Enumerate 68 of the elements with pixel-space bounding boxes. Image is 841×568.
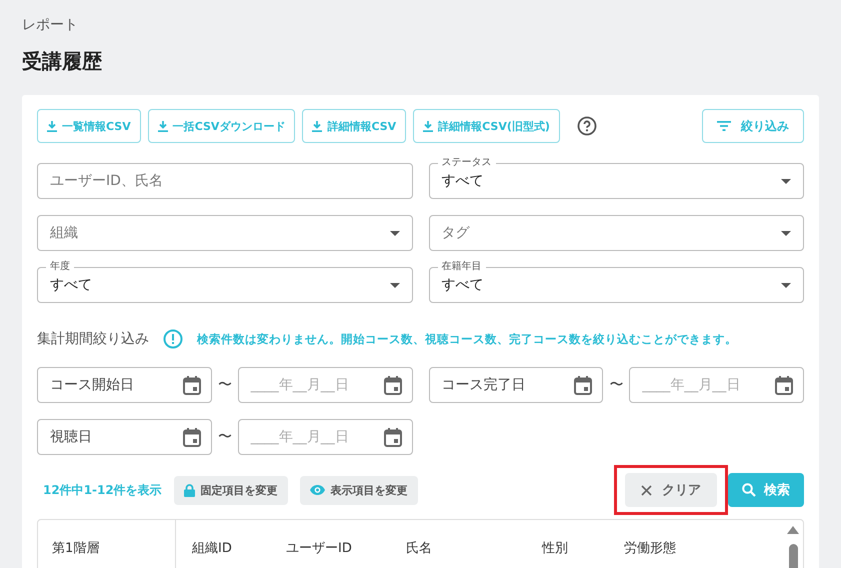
breadcrumb: レポート <box>22 16 79 34</box>
calendar-icon <box>384 376 402 394</box>
clear-button[interactable]: クリア <box>625 473 717 507</box>
column-settings-button[interactable]: 表示項目を変更 <box>300 476 418 504</box>
column-settings-button[interactable]: 固定項目を変更 <box>174 476 288 504</box>
column-header: ユーザーID <box>286 540 353 558</box>
range-separator: 〜 <box>609 376 624 394</box>
field-value: すべて <box>442 172 484 190</box>
field-value: すべて <box>442 276 484 294</box>
field-placeholder: コース開始日 <box>50 376 134 394</box>
notice-text: 検索件数は変わりません。開始コース数、視聴コース数、完了コース数を絞り込むことができます。 <box>197 332 737 346</box>
caret-icon <box>781 178 791 184</box>
csv-export-button[interactable]: 詳細情報CSV <box>302 109 406 143</box>
field-placeholder: コース完了日 <box>442 376 526 394</box>
range-separator: 〜 <box>218 428 232 446</box>
range-separator: 〜 <box>218 376 232 394</box>
filter-button[interactable]: 絞り込み <box>702 109 804 143</box>
date-field[interactable]: コース開始日 <box>37 367 212 403</box>
caret-icon <box>390 282 400 288</box>
csv-export-button[interactable]: 一覧情報CSV <box>37 109 141 143</box>
field-value: すべて <box>50 276 92 294</box>
column-header: 第1階層 <box>52 541 100 556</box>
csv-export-button[interactable]: 一括CSVダウンロード <box>148 109 296 143</box>
download-icon <box>47 120 57 132</box>
close-icon <box>641 484 652 496</box>
info-icon <box>163 329 183 349</box>
field-placeholder: ____年__月__日 <box>250 376 349 394</box>
period-label: 集計期間絞り込み <box>37 330 149 348</box>
field-placeholder: ____年__月__日 <box>250 428 349 446</box>
column-header: 労働形態 <box>624 540 677 558</box>
field-placeholder: ____年__月__日 <box>642 376 740 394</box>
caret-icon <box>390 230 400 236</box>
field-placeholder: 視聴日 <box>50 428 92 446</box>
caret-icon <box>781 282 791 288</box>
date-field[interactable]: 視聴日 <box>37 419 212 455</box>
field-label: 年度 <box>46 261 74 273</box>
caret-icon <box>781 230 791 236</box>
date-field[interactable]: コース完了日 <box>428 367 604 403</box>
search-icon <box>742 483 756 497</box>
page-title: 受講履歴 <box>22 48 103 75</box>
filter-icon <box>717 121 731 131</box>
field-placeholder: 組織 <box>50 224 78 242</box>
result-count: 12件中1-12件を表示 <box>43 482 162 498</box>
calendar-icon <box>182 428 201 446</box>
scrollbar-thumb[interactable] <box>788 544 798 568</box>
field-placeholder: ユーザーID、氏名 <box>50 172 163 190</box>
column-header: 性別 <box>542 540 569 558</box>
calendar-icon <box>775 376 793 394</box>
column-header: 氏名 <box>406 540 433 558</box>
field-label: 在籍年目 <box>438 261 486 273</box>
download-icon <box>423 120 434 132</box>
date-field[interactable]: ____年__月__日 <box>238 367 412 403</box>
field-placeholder: タグ <box>442 224 470 242</box>
date-field[interactable]: ____年__月__日 <box>238 419 412 455</box>
date-field[interactable]: ____年__月__日 <box>629 367 804 403</box>
download-icon <box>312 120 322 132</box>
help-icon[interactable] <box>576 116 597 136</box>
scroll-up-icon[interactable] <box>787 526 799 534</box>
download-icon <box>158 120 168 132</box>
search-button[interactable]: 検索 <box>728 473 804 507</box>
field-label: ステータス <box>438 157 496 169</box>
csv-export-button[interactable]: 詳細情報CSV(旧型式) <box>413 109 560 143</box>
calendar-icon <box>384 428 402 446</box>
column-header: 組織ID <box>192 540 233 558</box>
calendar-icon <box>574 376 592 394</box>
eye-icon <box>310 485 325 495</box>
lock-icon <box>184 484 195 496</box>
calendar-icon <box>182 376 201 394</box>
